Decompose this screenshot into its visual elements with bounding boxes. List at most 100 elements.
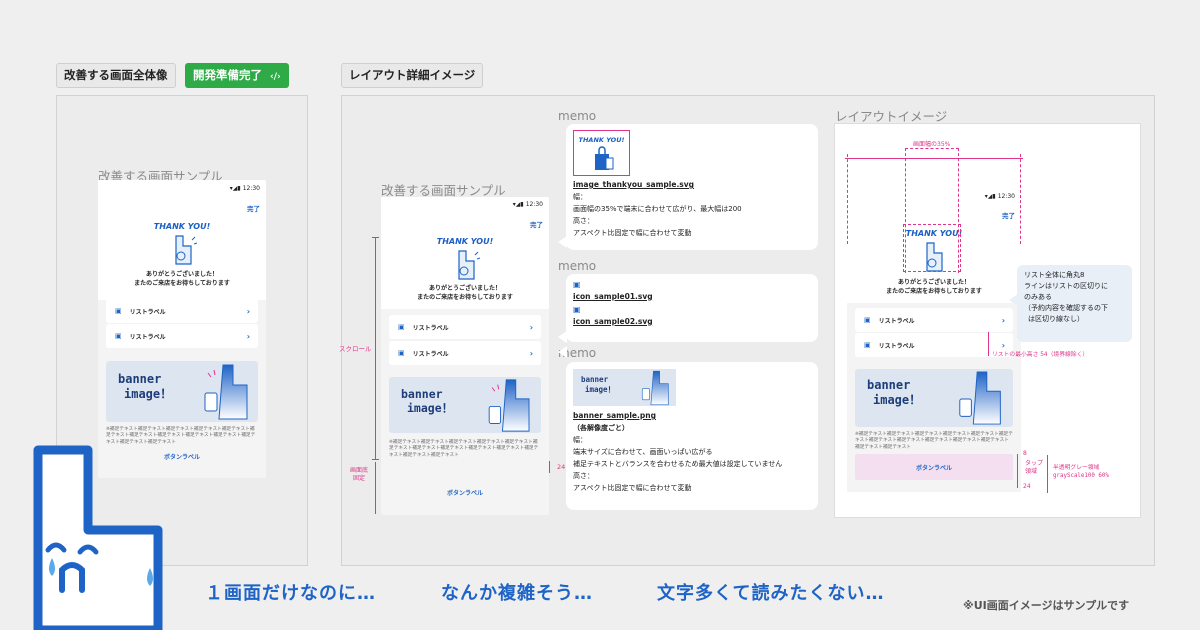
memo1-line-3: 高さ：: [573, 217, 594, 225]
list-min-height-label: リストの最小高さ 54（境界線除く）: [992, 352, 1089, 358]
memo-card-thankyou: THANK YOU! image_thankyou_sample.svg 幅： …: [566, 124, 818, 250]
thanks-message: ありがとうございました！ またのご来店をお待ちしております: [847, 278, 1021, 296]
fixed-line-1: 画面底: [350, 467, 369, 474]
chevron-right-icon: ›: [529, 348, 533, 358]
banner-image[interactable]: banner image！: [389, 377, 541, 433]
banner-text-1: banner: [118, 372, 162, 386]
gap-24-label: 24: [557, 463, 566, 471]
bottom-message-3: 文字多くて読みたくない…: [657, 583, 885, 604]
thanks-line-2: またのご来店をお待ちしております: [886, 288, 982, 295]
memo3-line-4: 高さ：: [573, 472, 594, 480]
banner-thumb-text-1: banner: [581, 375, 609, 384]
gap-line: [549, 461, 550, 473]
thanks-message: ありがとうございました！ またのご来店をお待ちしております: [381, 284, 549, 302]
thank-you-heading: THANK YOU!: [153, 222, 211, 231]
list-item[interactable]: ▣ リストラベル ›: [106, 299, 258, 323]
primary-button[interactable]: ボタンラベル: [381, 488, 549, 497]
banner-text-2: image！: [124, 387, 173, 401]
memo-card-icons: ▣ icon_sample01.svg ▣ icon_sample02.svg: [566, 274, 818, 342]
list-item[interactable]: ▣ リストラベル ›: [389, 315, 541, 339]
status-time: 12:30: [242, 185, 260, 192]
bubble-line-1: リスト全体に角丸8: [1024, 271, 1085, 279]
list-item[interactable]: ▣ リストラベル ›: [855, 333, 1013, 357]
primary-button[interactable]: ボタンラベル: [847, 463, 1021, 472]
supplement-text: ※補足テキスト補足テキスト補足テキスト補足テキスト補足テキスト補足テキスト補足テ…: [855, 432, 1013, 450]
memo1-line-2: 画面幅の35%で端末に合わせて広がり、最大幅は200: [573, 205, 742, 213]
shopping-bag-icon: [595, 146, 614, 170]
chevron-right-icon: ›: [529, 322, 533, 332]
banner-text-2: image！: [407, 401, 454, 416]
list-label: リストラベル: [878, 317, 915, 325]
thankyou-file-name[interactable]: image_thankyou_sample.svg: [573, 179, 742, 191]
list-label: リストラベル: [412, 350, 449, 358]
bottom-message-1: １画面だけなのに…: [205, 583, 376, 604]
list-label: リストラベル: [412, 324, 449, 332]
overlay-line-2: grayScale100 60%: [1053, 473, 1109, 479]
tap-area-label: タップ 領域: [1025, 460, 1043, 476]
banner-character-icon: [204, 364, 248, 420]
calendar-check-icon: ▣: [398, 349, 405, 357]
thankyou-illustration-icon: [458, 250, 481, 280]
memo3-pointer: [558, 346, 567, 358]
thankyou-illustration-icon: [175, 235, 198, 265]
thanks-line-2: またのご来店をお待ちしております: [417, 294, 513, 301]
layout-detail-tag: レイアウト詳細イメージ: [341, 63, 484, 88]
done-button[interactable]: 完了: [247, 203, 260, 213]
banner-text-1: banner: [867, 378, 911, 392]
thank-you-heading: THANK YOU!: [436, 237, 494, 246]
list-item[interactable]: ▣ リストラベル ›: [855, 308, 1013, 332]
calendar-icon: ▣: [398, 323, 405, 331]
gap-24b-label: 24: [1023, 483, 1031, 490]
chevron-right-icon: ›: [246, 331, 250, 341]
dev-ready-badge[interactable]: 開発準備完了 ‹/›: [185, 63, 289, 88]
thanks-line-1: ありがとうございました！: [428, 285, 501, 292]
tap-area-line: [1017, 454, 1018, 488]
memo-label-2: memo: [558, 259, 597, 273]
list-label: リストラベル: [129, 333, 166, 341]
banner-file-sub: （各解像度ごと）: [573, 424, 629, 432]
overlay-line-1: 半透明グレー領域: [1053, 465, 1100, 471]
thumb-title: THANK YOU!: [578, 136, 625, 144]
tap-area-line-1: タップ: [1025, 460, 1044, 467]
layout-image-canvas: ▾◢▮ 12:30 完了 THANK YOU! ありがとうございました！ またの…: [834, 123, 1141, 518]
banner-text-1: banner: [401, 387, 443, 401]
memo3-line-1: 幅：: [573, 436, 587, 444]
phone-screen-left: ▾◢▮ 12:30 完了 THANK YOU! ありがとうございました！ またの…: [98, 180, 266, 478]
status-bar: ▾◢▮ 12:30: [230, 185, 260, 192]
banner-character-icon: [488, 379, 530, 432]
status-bar: ▾◢▮ 12:30: [513, 201, 543, 208]
calendar-check-icon: ▣: [864, 341, 871, 349]
banner-image[interactable]: banner image！: [855, 369, 1013, 427]
done-button[interactable]: 完了: [530, 219, 543, 229]
chevron-right-icon: ›: [246, 306, 250, 316]
memo3-line-2: 端末サイズに合わせて、画面いっぱい広がる: [573, 448, 713, 456]
phone-screen-mid: ▾◢▮ 12:30 完了 THANK YOU! ありがとうございました！ またの…: [381, 197, 549, 515]
banner-image[interactable]: banner image！: [106, 361, 258, 422]
icon-file-2[interactable]: icon_sample02.svg: [573, 316, 653, 328]
list-item[interactable]: ▣ リストラベル ›: [389, 341, 541, 365]
banner-file-name[interactable]: banner_sample.png: [573, 410, 782, 422]
calendar-icon: ▣: [864, 316, 871, 324]
status-time: 12:30: [525, 201, 543, 208]
icon-file-1[interactable]: icon_sample01.svg: [573, 291, 653, 303]
bubble-line-5: は区切り線なし）: [1028, 315, 1084, 323]
scroll-range-cap-bottom: [372, 459, 379, 460]
calendar-icon: ▣: [115, 307, 122, 315]
overlay-label: 半透明グレー領域 grayScale100 60%: [1053, 464, 1109, 480]
thankyou-thumbnail: THANK YOU!: [573, 130, 630, 176]
bubble-line-2: ラインはリストの区切りに: [1024, 282, 1108, 290]
list-label: リストラベル: [129, 308, 166, 316]
supplement-text: ※補足テキスト補足テキスト補足テキスト補足テキスト補足テキスト補足テキスト補足テ…: [389, 440, 539, 458]
tap-area-line-2: 領域: [1025, 468, 1038, 475]
memo3-line-3: 補足テキストとバランスを合わせるため最大値は設定していません: [573, 460, 783, 468]
list-item[interactable]: ▣ リストラベル ›: [106, 324, 258, 348]
overview-tag: 改善する画面全体像: [56, 63, 176, 88]
fixed-line-2: 固定: [353, 475, 366, 482]
list-label: リストラベル: [878, 342, 915, 350]
list-spec-bubble: リスト全体に角丸8 ラインはリストの区切りに のみある （予約内容を確認するの下…: [1017, 265, 1132, 342]
overlay-bracket: [1047, 455, 1048, 493]
banner-text-2: image！: [873, 393, 922, 407]
memo1-pointer: [558, 236, 567, 248]
thanks-line-1: ありがとうございました！: [897, 279, 970, 286]
memo2-pointer: [558, 331, 567, 343]
